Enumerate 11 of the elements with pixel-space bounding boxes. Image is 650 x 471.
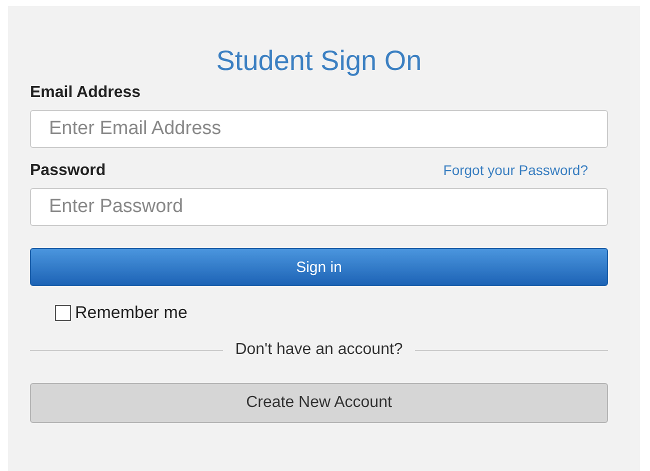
password-field[interactable]: Enter Password <box>30 188 608 226</box>
forgot-password-link[interactable]: Forgot your Password? <box>443 162 588 178</box>
field-label: Email Address <box>30 84 142 102</box>
field-label: Password <box>30 162 106 180</box>
form-title: Student Sign On <box>215 44 423 78</box>
create-account-button[interactable]: Create New Account <box>30 383 608 423</box>
remember-label: Remember me <box>75 303 188 323</box>
email-field[interactable]: Enter Email Address <box>30 110 608 148</box>
checkbox[interactable] <box>55 305 71 321</box>
sign-in-button[interactable]: Sign in <box>30 248 608 286</box>
divider-text: Don't have an account? <box>235 341 403 359</box>
